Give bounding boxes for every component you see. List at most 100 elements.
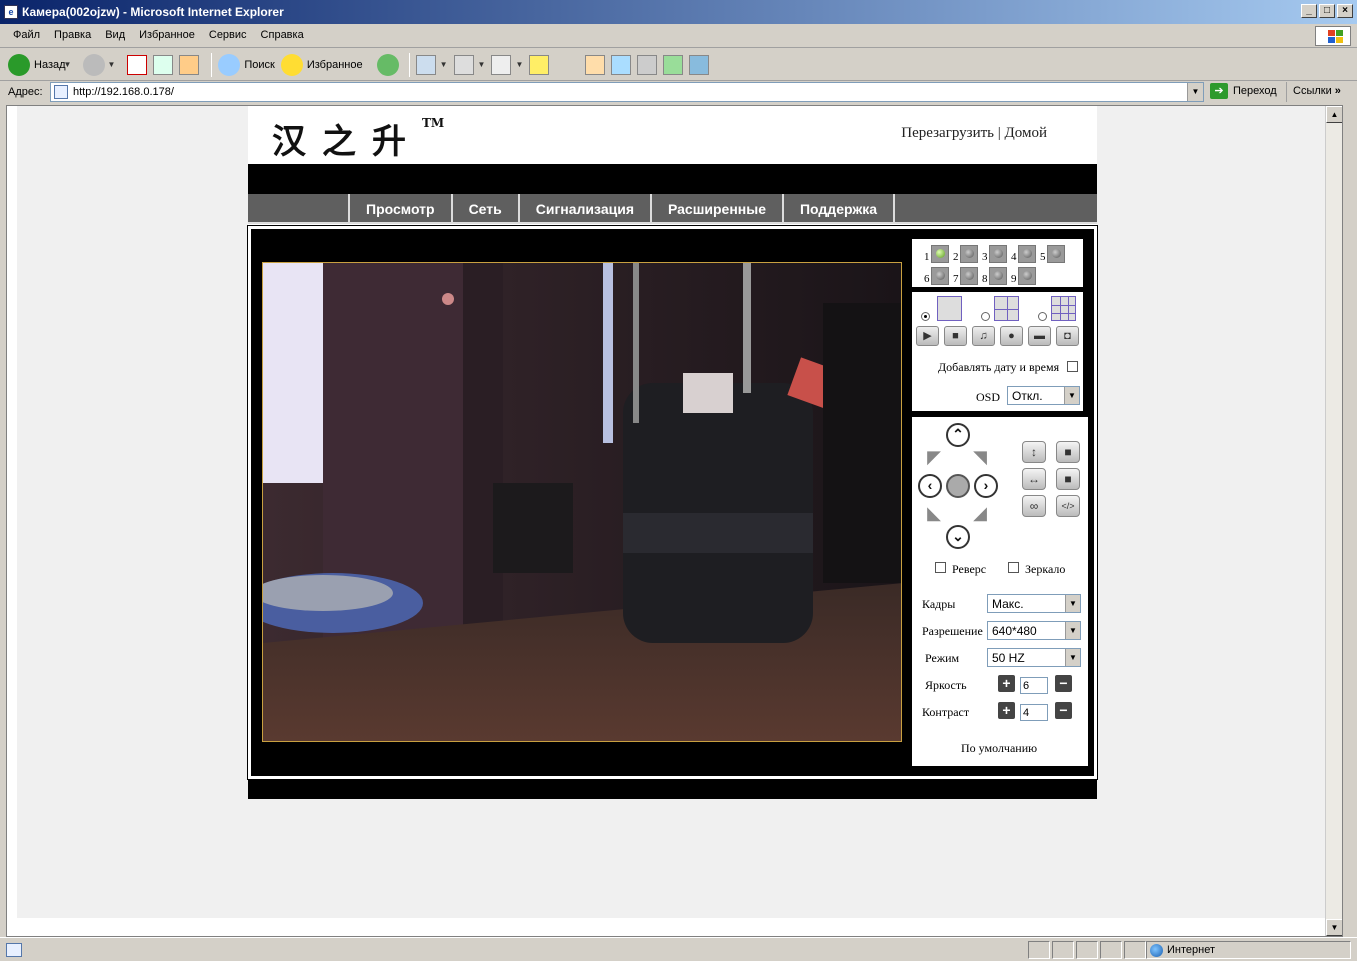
search-button[interactable]: Поиск bbox=[218, 53, 275, 76]
stop-icon[interactable]: ■ bbox=[944, 326, 967, 346]
io-on-icon[interactable]: ∞ bbox=[1022, 495, 1046, 517]
record-icon[interactable]: ▬ bbox=[1028, 326, 1051, 346]
go-button[interactable]: ➔ Переход bbox=[1210, 83, 1277, 99]
favorites-button[interactable]: Избранное bbox=[280, 53, 363, 76]
chevron-down-icon[interactable]: ▼ bbox=[440, 60, 448, 69]
menu-tools[interactable]: Сервис bbox=[202, 24, 254, 46]
stop-horizontal-icon[interactable]: ■ bbox=[1056, 468, 1080, 490]
horizontal-patrol-icon[interactable]: ↔ bbox=[1022, 468, 1046, 490]
mirror-label: Зеркало bbox=[1025, 562, 1066, 576]
layout-4-radio[interactable] bbox=[981, 312, 990, 321]
frames-select[interactable]: Макс. ▼ bbox=[987, 594, 1081, 613]
layout-9-radio[interactable] bbox=[1038, 312, 1047, 321]
ptz-down-right-icon[interactable]: ◢ bbox=[970, 503, 990, 523]
channel-8[interactable]: 8 bbox=[982, 267, 1007, 285]
ptz-down-icon[interactable]: ⌄ bbox=[946, 525, 970, 549]
channel-7[interactable]: 7 bbox=[953, 267, 978, 285]
address-input[interactable]: http://192.168.0.178/ ▼ bbox=[50, 82, 1204, 102]
talk-icon[interactable]: ● bbox=[1000, 326, 1023, 346]
layout-nine-icon[interactable] bbox=[1051, 296, 1076, 321]
links-button[interactable]: Ссылки » bbox=[1286, 82, 1357, 102]
messenger-icon[interactable] bbox=[663, 54, 684, 75]
menu-view[interactable]: Вид bbox=[98, 24, 132, 46]
ptz-right-icon[interactable]: › bbox=[974, 474, 998, 498]
brightness-minus-icon[interactable]: − bbox=[1055, 675, 1072, 692]
chevron-down-icon[interactable]: ▼ bbox=[64, 60, 72, 69]
chevron-down-icon[interactable]: ▼ bbox=[1187, 83, 1203, 101]
stop-icon[interactable] bbox=[127, 54, 148, 75]
address-label: Адрес: bbox=[8, 86, 43, 98]
mode-select[interactable]: 50 HZ ▼ bbox=[987, 648, 1081, 667]
resolution-select[interactable]: 640*480 ▼ bbox=[987, 621, 1081, 640]
layout-1-radio[interactable] bbox=[921, 312, 930, 321]
chevron-down-icon[interactable]: ▼ bbox=[515, 60, 523, 69]
layout-single-icon[interactable] bbox=[937, 296, 962, 321]
vertical-scrollbar[interactable]: ▲ ▼ bbox=[1325, 106, 1342, 936]
datetime-checkbox[interactable] bbox=[1067, 361, 1078, 372]
menu-file[interactable]: Файл bbox=[6, 24, 47, 46]
home-link[interactable]: Домой bbox=[1005, 125, 1047, 141]
note-icon[interactable] bbox=[529, 54, 550, 75]
maximize-button[interactable]: □ bbox=[1319, 4, 1335, 18]
favorites-list-icon[interactable] bbox=[585, 54, 606, 75]
history-icon[interactable] bbox=[376, 53, 399, 76]
print-icon[interactable] bbox=[453, 54, 474, 75]
layout-quad-icon[interactable] bbox=[994, 296, 1019, 321]
channel-5[interactable]: 5 bbox=[1040, 245, 1065, 263]
back-button[interactable]: Назад ▼ bbox=[8, 53, 77, 76]
channel-1[interactable]: 1 bbox=[924, 245, 949, 263]
mirror-checkbox[interactable] bbox=[1008, 562, 1019, 573]
io-off-icon[interactable]: </> bbox=[1056, 495, 1080, 517]
play-icon[interactable]: ▶ bbox=[916, 326, 939, 346]
menu-help[interactable]: Справка bbox=[254, 24, 311, 46]
brightness-plus-icon[interactable]: + bbox=[998, 675, 1015, 692]
download-icon[interactable] bbox=[611, 54, 632, 75]
chevron-down-icon[interactable]: ▼ bbox=[478, 60, 486, 69]
research-icon[interactable] bbox=[637, 54, 658, 75]
osd-select[interactable]: Откл. ▼ bbox=[1007, 386, 1080, 405]
ptz-up-right-icon[interactable]: ◥ bbox=[970, 447, 990, 467]
scroll-up-icon[interactable]: ▲ bbox=[1326, 106, 1342, 123]
contrast-input[interactable]: 4 bbox=[1020, 704, 1048, 721]
ptz-down-left-icon[interactable]: ◣ bbox=[924, 503, 944, 523]
menu-edit[interactable]: Правка bbox=[47, 24, 98, 46]
brightness-input[interactable]: 6 bbox=[1020, 677, 1048, 694]
mail-icon[interactable] bbox=[415, 54, 436, 75]
channel-4[interactable]: 4 bbox=[1011, 245, 1036, 263]
ptz-center-icon[interactable] bbox=[946, 474, 970, 498]
datetime-label: Добавлять дату и время bbox=[938, 360, 1060, 374]
refresh-icon[interactable] bbox=[153, 54, 174, 75]
ptz-left-icon[interactable]: ‹ bbox=[918, 474, 942, 498]
ptz-up-left-icon[interactable]: ◤ bbox=[924, 447, 944, 467]
vertical-patrol-icon[interactable]: ↕ bbox=[1022, 441, 1046, 463]
minimize-button[interactable]: _ bbox=[1301, 4, 1317, 18]
edit-icon[interactable] bbox=[491, 54, 512, 75]
channel-3[interactable]: 3 bbox=[982, 245, 1007, 263]
contrast-plus-icon[interactable]: + bbox=[998, 702, 1015, 719]
chevron-down-icon[interactable]: ▼ bbox=[107, 60, 115, 69]
tab-advanced[interactable]: Расширенные bbox=[652, 194, 784, 224]
ptz-up-icon[interactable]: ⌃ bbox=[946, 423, 970, 447]
reboot-link[interactable]: Перезагрузить bbox=[901, 125, 994, 141]
channel-6[interactable]: 6 bbox=[924, 267, 949, 285]
snapshot-icon[interactable]: ◘ bbox=[1056, 326, 1079, 346]
security-zone: Интернет bbox=[1146, 941, 1351, 959]
default-button[interactable]: По умолчанию bbox=[961, 741, 1037, 756]
channel-9[interactable]: 9 bbox=[1011, 267, 1036, 285]
close-button[interactable]: × bbox=[1337, 4, 1353, 18]
stop-vertical-icon[interactable]: ■ bbox=[1056, 441, 1080, 463]
tab-alarm[interactable]: Сигнализация bbox=[520, 194, 652, 224]
audio-icon[interactable]: ♫ bbox=[972, 326, 995, 346]
tab-support[interactable]: Поддержка bbox=[784, 194, 896, 224]
channel-2[interactable]: 2 bbox=[953, 245, 978, 263]
contrast-minus-icon[interactable]: − bbox=[1055, 702, 1072, 719]
camera-video[interactable] bbox=[262, 262, 902, 742]
users-icon[interactable] bbox=[689, 54, 710, 75]
home-icon[interactable] bbox=[179, 54, 200, 75]
reverse-checkbox[interactable] bbox=[935, 562, 946, 573]
scroll-down-icon[interactable]: ▼ bbox=[1326, 919, 1342, 936]
tab-network[interactable]: Сеть bbox=[453, 194, 520, 224]
forward-button[interactable]: ▼ bbox=[83, 53, 121, 76]
menu-favorites[interactable]: Избранное bbox=[132, 24, 202, 46]
tab-view[interactable]: Просмотр bbox=[350, 194, 453, 224]
